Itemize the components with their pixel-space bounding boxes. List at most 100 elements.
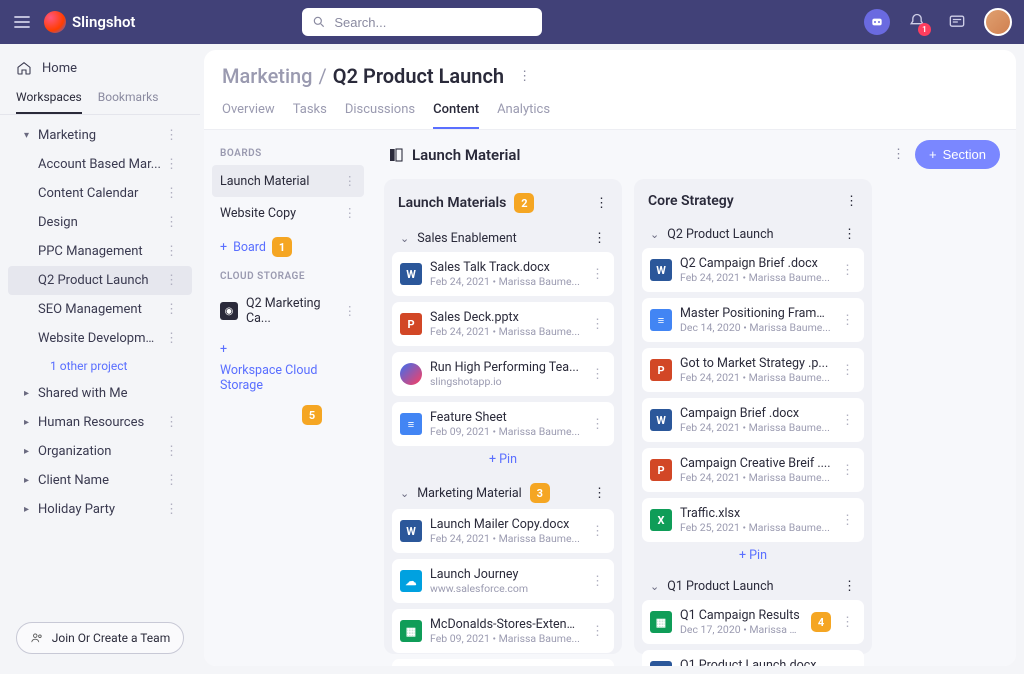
sidebar-item-hr[interactable]: ▸Human Resources⋮ (8, 408, 192, 437)
more-icon[interactable]: ⋮ (161, 502, 182, 517)
sidebar-tab-workspaces[interactable]: Workspaces (16, 90, 82, 114)
notification-icon[interactable]: 1 (904, 9, 930, 35)
sidebar-item-client[interactable]: ▸Client Name⋮ (8, 466, 192, 495)
more-icon[interactable]: ⋮ (589, 524, 606, 539)
more-icon[interactable]: ⋮ (589, 367, 606, 382)
search-input[interactable] (334, 15, 532, 30)
sidebar-item-design[interactable]: Design⋮ (8, 208, 192, 237)
app-logo[interactable]: Slingshot (44, 11, 135, 33)
sidebar-item-content-calendar[interactable]: Content Calendar⋮ (8, 179, 192, 208)
tab-content[interactable]: Content (433, 102, 479, 129)
board-item-launch-material[interactable]: Launch Material⋮ (212, 165, 364, 197)
sidebar-item-ppc[interactable]: PPC Management⋮ (8, 237, 192, 266)
more-icon[interactable]: ⋮ (839, 313, 856, 328)
add-section-button[interactable]: + Section (915, 140, 1000, 169)
more-icon[interactable]: ⋮ (161, 186, 182, 201)
card-item[interactable]: WSales Talk Track.docxFeb 24, 2021 • Mar… (392, 252, 614, 296)
more-icon[interactable]: ⋮ (595, 196, 608, 211)
card-item[interactable]: WQ1 Product Launch.docxFeb 24, 2021 • Ma… (642, 650, 864, 666)
add-board-button[interactable]: + Board 1 (212, 229, 364, 265)
breadcrumb-parent[interactable]: Marketing (222, 64, 313, 88)
card-item[interactable]: Run High Performing Tea...slingshotapp.i… (392, 352, 614, 396)
sidebar-item-holiday[interactable]: ▸Holiday Party⋮ (8, 495, 192, 524)
sidebar-item-account-based[interactable]: Account Based Mar...⋮ (8, 150, 192, 179)
card-item[interactable]: XTraffic.xlsxFeb 25, 2021 • Marissa Baum… (642, 498, 864, 542)
more-icon[interactable]: ⋮ (839, 413, 856, 428)
more-icon[interactable]: ⋮ (589, 624, 606, 639)
search-bar[interactable] (302, 8, 542, 36)
more-icon[interactable]: ⋮ (344, 173, 357, 189)
more-icon[interactable]: ⋮ (589, 574, 606, 589)
more-icon[interactable]: ⋮ (161, 244, 182, 259)
tab-analytics[interactable]: Analytics (497, 102, 550, 129)
ksection-header[interactable]: ⌄ Marketing Material3 ⋮ (392, 477, 614, 509)
more-icon[interactable]: ⋮ (161, 473, 182, 488)
sidebar-item-org[interactable]: ▸Organization⋮ (8, 437, 192, 466)
panel-header: Launch Material ⋮ + Section (372, 130, 1016, 179)
more-icon[interactable]: ⋮ (839, 463, 856, 478)
more-icon[interactable]: ⋮ (161, 331, 182, 346)
more-icon[interactable]: ⋮ (839, 665, 856, 667)
sidebar-tab-bookmarks[interactable]: Bookmarks (98, 90, 159, 114)
card-item[interactable]: PGot to Market Strategy .p...Feb 24, 202… (642, 348, 864, 392)
more-icon[interactable]: ⋮ (161, 444, 182, 459)
card-item[interactable]: ≡Feature SheetFeb 09, 2021 • Marissa Bau… (392, 402, 614, 446)
ksection-header[interactable]: ⌄ Q2 Product Launch ⋮ (642, 221, 864, 248)
pin-button[interactable]: + Pin (739, 548, 767, 563)
more-icon[interactable]: ⋮ (839, 263, 856, 278)
card-item[interactable]: ≡Master Positioning Frame...Dec 14, 2020… (642, 298, 864, 342)
avatar[interactable] (984, 8, 1012, 36)
more-icon[interactable]: ⋮ (843, 227, 856, 242)
more-icon[interactable]: ⋮ (161, 215, 182, 230)
pin-button[interactable]: + Pin (489, 452, 517, 467)
panel-more-icon[interactable]: ⋮ (892, 147, 905, 162)
assistant-icon[interactable] (864, 9, 890, 35)
ksection-header[interactable]: ⌄ Sales Enablement ⋮ (392, 225, 614, 252)
breadcrumb-more-icon[interactable]: ⋮ (518, 69, 531, 84)
more-icon[interactable]: ⋮ (161, 415, 182, 430)
tab-discussions[interactable]: Discussions (345, 102, 415, 129)
more-icon[interactable]: ⋮ (344, 303, 357, 319)
more-icon[interactable]: ⋮ (839, 513, 856, 528)
more-icon[interactable]: ⋮ (839, 363, 856, 378)
more-icon[interactable]: ⋮ (161, 128, 182, 143)
more-icon[interactable]: ⋮ (589, 267, 606, 282)
sidebar-item-q2-launch[interactable]: Q2 Product Launch⋮ (8, 266, 192, 295)
sidebar-item-webdev[interactable]: Website Development⋮ (8, 324, 192, 353)
more-icon[interactable]: ⋮ (589, 417, 606, 432)
more-icon[interactable]: ⋮ (839, 615, 856, 630)
more-icon[interactable]: ⋮ (344, 205, 357, 221)
sidebar-item-shared[interactable]: ▸Shared with Me (8, 379, 192, 408)
card-item[interactable]: WQ2 Campaign Brief .docxFeb 24, 2021 • M… (642, 248, 864, 292)
ksection-header[interactable]: ⌄ Q1 Product Launch ⋮ (642, 573, 864, 600)
sidebar-item-seo[interactable]: SEO Management⋮ (8, 295, 192, 324)
card-item[interactable]: ▦McDonalds-Stores-Extend...Feb 09, 2021 … (392, 609, 614, 653)
app-name: Slingshot (72, 13, 135, 31)
card-item[interactable]: XEmbedded Analytics Surv...Jun 02, 2021 … (392, 659, 614, 666)
more-icon[interactable]: ⋮ (593, 231, 606, 246)
more-icon[interactable]: ⋮ (161, 302, 182, 317)
board-item-website-copy[interactable]: Website Copy⋮ (212, 197, 364, 229)
more-icon[interactable]: ⋮ (593, 486, 606, 501)
sidebar-item-marketing[interactable]: ▾ Marketing ⋮ (8, 121, 192, 150)
join-team-button[interactable]: Join Or Create a Team (16, 622, 184, 654)
card-item[interactable]: PSales Deck.pptxFeb 24, 2021 • Marissa B… (392, 302, 614, 346)
card-item[interactable]: ▦Q1 Campaign ResultsDec 17, 2020 • Maris… (642, 600, 864, 644)
more-icon[interactable]: ⋮ (161, 273, 182, 288)
more-icon[interactable]: ⋮ (843, 579, 856, 594)
card-item[interactable]: PCampaign Creative Breif ....Feb 24, 202… (642, 448, 864, 492)
messages-icon[interactable] (944, 9, 970, 35)
cloud-storage-item[interactable]: ◉ Q2 Marketing Ca... ⋮ (212, 288, 364, 334)
card-item[interactable]: WLaunch Mailer Copy.docxFeb 24, 2021 • M… (392, 509, 614, 553)
card-item[interactable]: WCampaign Brief .docxFeb 24, 2021 • Mari… (642, 398, 864, 442)
more-icon[interactable]: ⋮ (161, 157, 182, 172)
sidebar-home[interactable]: Home (0, 52, 200, 84)
tab-tasks[interactable]: Tasks (293, 102, 327, 129)
hamburger-icon[interactable] (12, 12, 32, 32)
more-icon[interactable]: ⋮ (845, 194, 858, 209)
tab-overview[interactable]: Overview (222, 102, 275, 129)
more-icon[interactable]: ⋮ (589, 317, 606, 332)
sidebar-link-other-projects[interactable]: 1 other project (4, 353, 196, 379)
card-item[interactable]: ☁Launch Journeywww.salesforce.com⋮ (392, 559, 614, 603)
add-workspace-storage-button[interactable]: + Workspace Cloud Storage (212, 334, 364, 401)
